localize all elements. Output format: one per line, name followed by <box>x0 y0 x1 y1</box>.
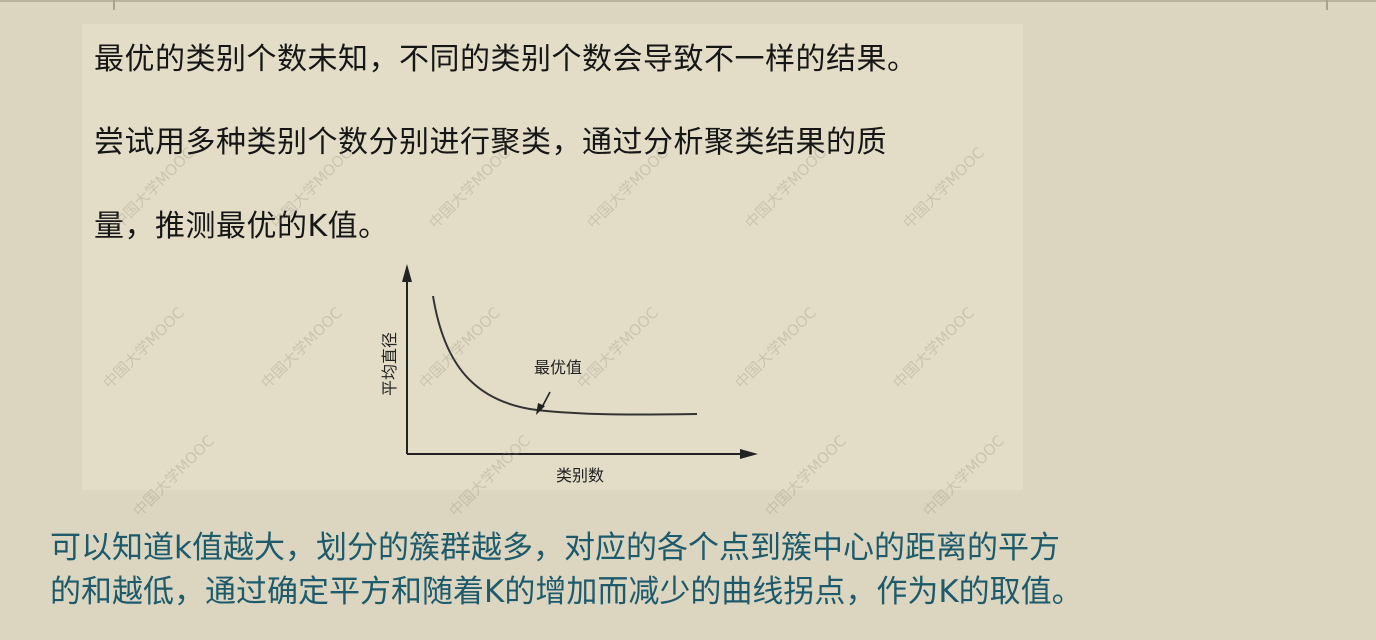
top-tick-right <box>1326 0 1328 10</box>
caption-text: 可以知道k值越大，划分的簇群越多，对应的各个点到簇中心的距离的平方 的和越低，通… <box>50 526 1083 614</box>
caption-line-1: 可以知道k值越大，划分的簇群越多，对应的各个点到簇中心的距离的平方 <box>50 530 1060 566</box>
x-axis-arrow <box>740 449 758 459</box>
y-axis-arrow <box>402 264 412 282</box>
annotation-label: 最优值 <box>534 358 582 377</box>
elbow-curve <box>432 295 698 416</box>
y-axis-label: 平均直径 <box>380 332 399 396</box>
elbow-chart: 最优值 类别数 平均直径 <box>380 264 758 485</box>
top-tick-left <box>113 0 115 10</box>
top-border-line <box>0 0 1376 2</box>
slide-image-panel: 最优的类别个数未知，不同的类别个数会导致不一样的结果。 尝试用多种类别个数分别进… <box>82 24 1023 490</box>
x-axis-label: 类别数 <box>556 466 604 485</box>
caption-line-2: 的和越低，通过确定平方和随着K的增加而减少的曲线拐点，作为K的取值。 <box>50 574 1083 610</box>
